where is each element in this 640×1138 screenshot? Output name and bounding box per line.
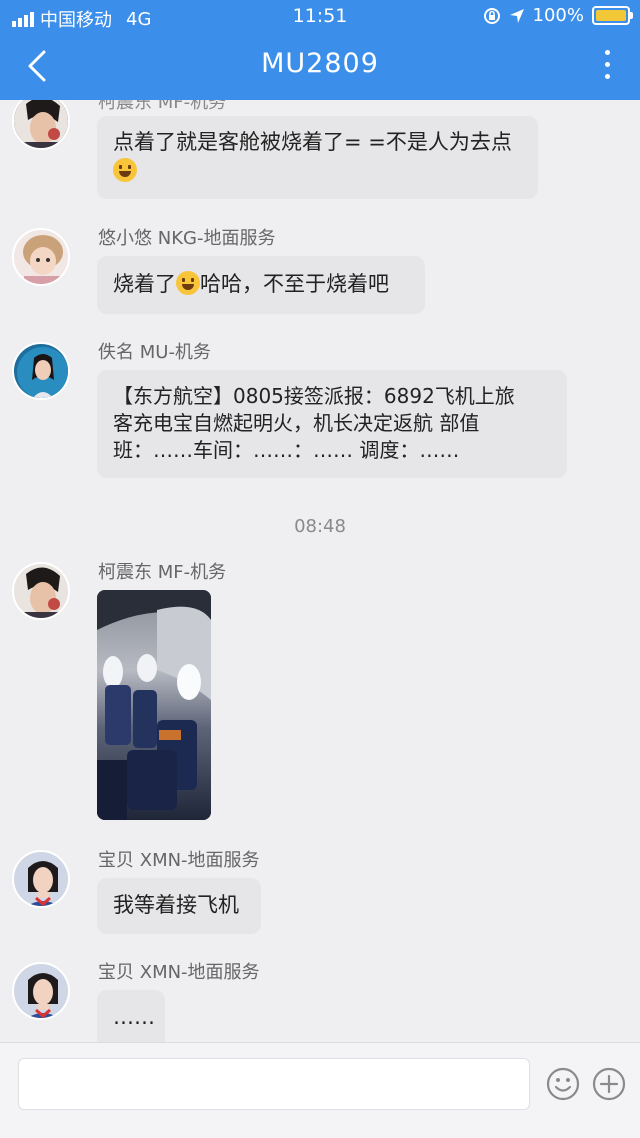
sender-tag: MF-机务 bbox=[157, 100, 227, 113]
more-vertical-icon[interactable] bbox=[602, 50, 612, 84]
sender-name: 宝贝 bbox=[98, 850, 134, 871]
message-text: 烧着了 bbox=[113, 272, 176, 296]
message-text: 哈哈，不至于烧着吧 bbox=[200, 272, 389, 296]
message-text: …… bbox=[113, 1005, 155, 1029]
sender-tag: MU-机务 bbox=[139, 342, 211, 363]
add-circle-icon[interactable] bbox=[592, 1067, 626, 1101]
orientation-lock-icon bbox=[483, 7, 500, 24]
nav-bar: MU2809 bbox=[0, 34, 640, 100]
sender-tag: XMN-地面服务 bbox=[139, 962, 260, 983]
avatar[interactable] bbox=[12, 850, 70, 908]
message-line: 【东方航空】0805接签派报：6892飞机上旅 bbox=[113, 384, 515, 408]
avatar[interactable] bbox=[12, 562, 70, 620]
message-bubble[interactable]: …… bbox=[97, 990, 165, 1042]
avatar[interactable] bbox=[12, 228, 70, 286]
emoji-icon[interactable] bbox=[546, 1067, 580, 1101]
message-bubble[interactable]: 【东方航空】0805接签派报：6892飞机上旅 客充电宝自燃起明火，机长决定返航… bbox=[97, 370, 567, 478]
sender-name: 柯震东 bbox=[98, 562, 152, 583]
photo-attachment[interactable] bbox=[97, 590, 211, 820]
message-text: 点着了就是客舱被烧着了= =不是人为去点 bbox=[113, 130, 512, 154]
sender-label: 悠小悠 NKG-地面服务 bbox=[98, 224, 275, 250]
status-right: 100% bbox=[483, 5, 633, 26]
sweat-smile-emoji-icon bbox=[113, 158, 137, 182]
message-line: 班：……车间：……：…… 调度：…… bbox=[113, 438, 460, 462]
avatar[interactable] bbox=[12, 342, 70, 400]
battery-icon bbox=[592, 6, 633, 25]
sender-name: 柯震东 bbox=[98, 100, 152, 113]
sender-name: 悠小悠 bbox=[98, 228, 152, 249]
time-separator: 08:48 bbox=[294, 516, 346, 537]
sender-label: 佚名 MU-机务 bbox=[98, 338, 211, 364]
sender-tag: MF-机务 bbox=[157, 562, 227, 583]
sender-tag: NKG-地面服务 bbox=[157, 228, 276, 249]
message-text: 我等着接飞机 bbox=[113, 893, 239, 917]
message-line: 客充电宝自燃起明火，机长决定返航 部值 bbox=[113, 411, 480, 435]
status-bar: 中国移动 4G 11:51 100% bbox=[0, 0, 640, 34]
chat-title: MU2809 bbox=[261, 48, 379, 79]
battery-level bbox=[596, 10, 626, 21]
sender-label: 柯震东 MF-机务 bbox=[98, 100, 226, 114]
message-input[interactable] bbox=[18, 1058, 530, 1110]
sender-label: 宝贝 XMN-地面服务 bbox=[98, 958, 260, 984]
chat-screen: 中国移动 4G 11:51 100% MU2809 柯震东 MF-机务 点着了就… bbox=[0, 0, 640, 1138]
input-bar bbox=[0, 1042, 640, 1138]
avatar[interactable] bbox=[12, 962, 70, 1020]
sender-label: 柯震东 MF-机务 bbox=[98, 558, 226, 584]
sender-name: 宝贝 bbox=[98, 962, 134, 983]
battery-percent: 100% bbox=[532, 5, 584, 26]
message-list[interactable]: 柯震东 MF-机务 点着了就是客舱被烧着了= =不是人为去点 悠小悠 NKG-地… bbox=[0, 100, 640, 1042]
grin-emoji-icon bbox=[176, 271, 200, 295]
message-bubble[interactable]: 我等着接飞机 bbox=[97, 878, 261, 934]
top-bar: 中国移动 4G 11:51 100% MU2809 bbox=[0, 0, 640, 100]
sender-label: 宝贝 XMN-地面服务 bbox=[98, 846, 260, 872]
sender-name: 佚名 bbox=[98, 342, 134, 363]
message-bubble[interactable]: 点着了就是客舱被烧着了= =不是人为去点 bbox=[97, 116, 538, 199]
location-icon bbox=[509, 8, 524, 23]
avatar[interactable] bbox=[12, 100, 70, 150]
sender-tag: XMN-地面服务 bbox=[139, 850, 260, 871]
message-bubble[interactable]: 烧着了 哈哈，不至于烧着吧 bbox=[97, 256, 425, 314]
